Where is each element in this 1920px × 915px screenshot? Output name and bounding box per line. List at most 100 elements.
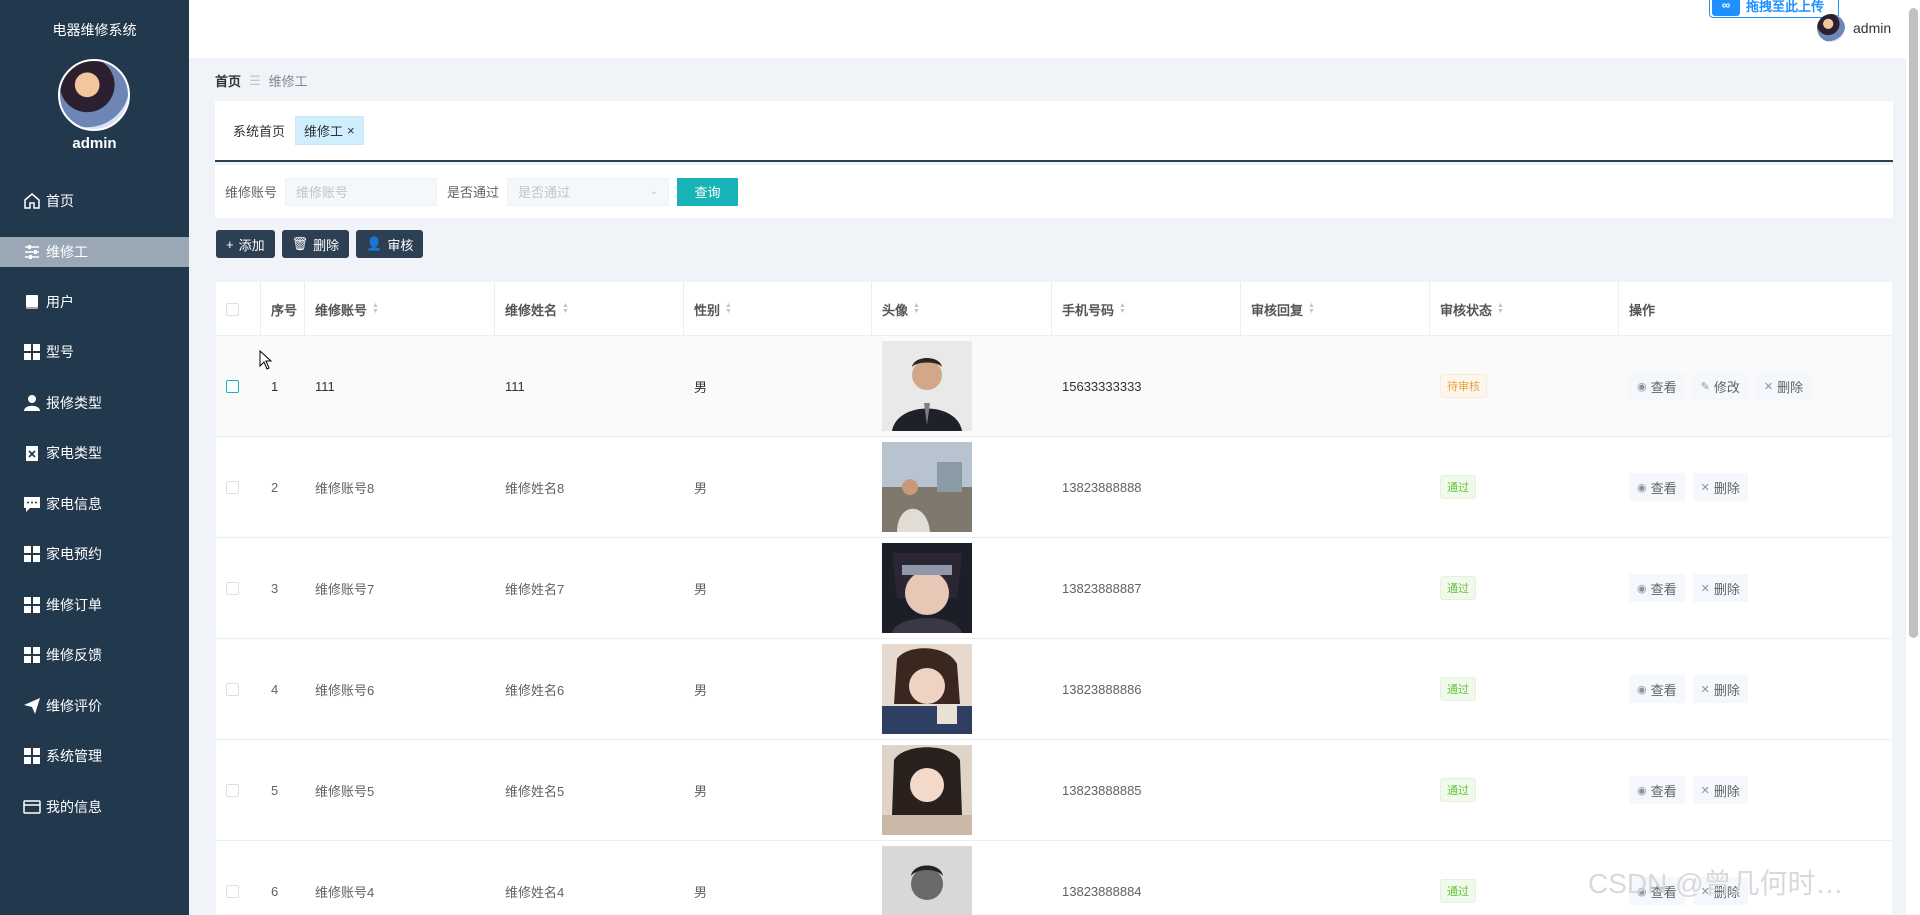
sidebar-item-home[interactable]: 首页 xyxy=(0,176,189,227)
row-checkbox[interactable] xyxy=(226,884,239,898)
row-checkbox[interactable] xyxy=(226,379,239,393)
add-button[interactable]: + 添加 xyxy=(216,230,275,258)
row-avatar-image[interactable] xyxy=(882,442,972,532)
sidebar-item-repair-review[interactable]: 维修评价 xyxy=(0,681,189,732)
avatar xyxy=(1817,14,1845,42)
eye-icon: ◉ xyxy=(1637,784,1647,797)
row-avatar-image[interactable] xyxy=(882,644,972,734)
view-button[interactable]: ◉ 查看 xyxy=(1629,574,1685,602)
table-row[interactable]: 3 维修账号7 维修姓名7 男 13823888887 通过 ◉ 查看 ✕ 删除 xyxy=(216,538,1892,639)
sort-icon[interactable]: ▲ ▼ xyxy=(1308,302,1315,315)
sort-icon[interactable]: ▲ ▼ xyxy=(913,302,920,315)
grid-icon xyxy=(22,595,42,615)
close-icon: ✕ xyxy=(1700,683,1710,696)
row-checkbox[interactable] xyxy=(226,682,239,696)
sidebar-item-repair-type[interactable]: 报修类型 xyxy=(0,378,189,429)
row-checkbox[interactable] xyxy=(226,581,239,595)
table-row[interactable]: 1 111 111 男 15633333333 待审核 ◉ 查看 ✎ 修改 ✕ 删除 xyxy=(216,336,1892,437)
column-header[interactable]: 审核状态 ▲ ▼ xyxy=(1430,282,1619,336)
select-all-checkbox[interactable] xyxy=(226,302,239,316)
sidebar-item-appliance-type[interactable]: 家电类型 xyxy=(0,428,189,479)
review-label: 审核 xyxy=(387,237,414,253)
row-avatar-image[interactable] xyxy=(882,543,972,633)
column-header[interactable]: 审核回复 ▲ ▼ xyxy=(1241,282,1430,336)
column-header[interactable]: 头像 ▲ ▼ xyxy=(872,282,1052,336)
sort-icon[interactable]: ▲ ▼ xyxy=(372,302,379,315)
tab-label: 维修工 xyxy=(304,124,344,139)
search-bar: 维修账号 维修账号 是否通过 是否通过 ⌄ 查询 xyxy=(215,165,1893,218)
view-button[interactable]: ◉ 查看 xyxy=(1629,473,1685,501)
row-phone: 13823888888 xyxy=(1062,479,1142,495)
sidebar-item-user[interactable]: 用户 xyxy=(0,277,189,328)
sidebar-item-appliance-booking[interactable]: 家电预约 xyxy=(0,529,189,580)
column-header[interactable]: 手机号码 ▲ ▼ xyxy=(1052,282,1241,336)
sliders-icon xyxy=(22,242,42,262)
sidebar-item-system[interactable]: 系统管理 xyxy=(0,731,189,782)
row-gender: 男 xyxy=(694,379,708,395)
scrollbar-thumb[interactable] xyxy=(1909,8,1918,638)
user-icon xyxy=(22,393,42,413)
row-index: 4 xyxy=(271,681,279,697)
view-button[interactable]: ◉ 查看 xyxy=(1629,372,1685,400)
row-index: 2 xyxy=(271,479,279,495)
breadcrumb-separator-icon: ☰ xyxy=(249,72,261,88)
delete-button[interactable]: 🗑 删除 xyxy=(281,230,350,258)
sidebar-item-my-info[interactable]: 我的信息 xyxy=(0,782,189,833)
row-avatar-image[interactable] xyxy=(882,745,972,835)
column-label: 维修姓名 xyxy=(505,302,558,318)
sort-icon[interactable]: ▲ ▼ xyxy=(1497,302,1504,315)
table-row[interactable]: 2 维修账号8 维修姓名8 男 13823888888 通过 ◉ 查看 ✕ 删除 xyxy=(216,437,1892,538)
row-avatar-cell xyxy=(872,538,972,638)
column-header[interactable]: 维修账号 ▲ ▼ xyxy=(305,282,495,336)
user-avatar[interactable] xyxy=(58,59,130,131)
trash-icon: 🗑 xyxy=(291,236,309,251)
sidebar-item-model[interactable]: 型号 xyxy=(0,327,189,378)
tab-system-home[interactable]: 系统首页 xyxy=(233,121,285,140)
review-button[interactable]: 👤 审核 xyxy=(356,230,424,258)
breadcrumb-home[interactable]: 首页 xyxy=(215,71,241,90)
delete-row-button[interactable]: ✕ 删除 xyxy=(1692,473,1748,501)
query-button[interactable]: 查询 xyxy=(677,177,739,206)
pass-select[interactable]: 是否通过 ⌄ xyxy=(507,177,670,206)
sidebar-item-repairman[interactable]: 维修工 xyxy=(0,236,189,267)
top-user-menu[interactable]: admin xyxy=(1817,14,1891,42)
delete-row-button[interactable]: ✕ 删除 xyxy=(1692,574,1748,602)
row-name: 维修姓名5 xyxy=(505,783,565,799)
page-scrollbar[interactable] xyxy=(1906,0,1920,915)
column-header[interactable]: 性别 ▲ ▼ xyxy=(684,282,872,336)
row-avatar-cell xyxy=(872,639,972,739)
row-avatar-cell xyxy=(872,336,972,436)
row-avatar-image[interactable] xyxy=(882,846,972,915)
row-name: 维修姓名8 xyxy=(505,480,565,496)
plus-icon: + xyxy=(226,236,234,252)
sidebar-item-appliance-info[interactable]: 家电信息 xyxy=(0,479,189,530)
delete-row-button[interactable]: ✕ 删除 xyxy=(1692,776,1748,804)
delete-row-button[interactable]: ✕ 删除 xyxy=(1692,675,1748,703)
sort-icon[interactable]: ▲ ▼ xyxy=(1119,302,1126,315)
sort-icon[interactable]: ▲ ▼ xyxy=(725,302,732,315)
sidebar-item-repair-feedback[interactable]: 维修反馈 xyxy=(0,630,189,681)
sidebar-item-repair-order[interactable]: 维修订单 xyxy=(0,580,189,631)
edit-icon: ✎ xyxy=(1700,380,1710,393)
row-checkbox[interactable] xyxy=(226,480,239,494)
column-label: 手机号码 xyxy=(1062,302,1115,318)
edit-button[interactable]: ✎ 修改 xyxy=(1692,372,1748,400)
table-row[interactable]: 5 维修账号5 维修姓名5 男 13823888885 通过 ◉ 查看 ✕ 删除 xyxy=(216,740,1892,841)
delete-row-button[interactable]: ✕ 删除 xyxy=(1755,372,1812,400)
close-icon[interactable]: × xyxy=(347,123,355,138)
view-button[interactable]: ◉ 查看 xyxy=(1629,675,1685,703)
row-checkbox[interactable] xyxy=(226,783,239,797)
table-row[interactable]: 4 维修账号6 维修姓名6 男 13823888886 通过 ◉ 查看 ✕ 删除 xyxy=(216,639,1892,740)
column-header[interactable]: 维修姓名 ▲ ▼ xyxy=(495,282,684,336)
send-icon xyxy=(22,696,42,716)
tab-repairman[interactable]: 维修工 × xyxy=(295,116,364,145)
row-account: 维修账号5 xyxy=(315,783,375,799)
account-input[interactable]: 维修账号 xyxy=(285,177,438,206)
row-actions: ◉ 查看 ✕ 删除 xyxy=(1619,538,1756,638)
status-badge: 待审核 xyxy=(1440,374,1487,398)
view-button[interactable]: ◉ 查看 xyxy=(1629,776,1685,804)
row-avatar-image[interactable] xyxy=(882,341,972,431)
sort-icon[interactable]: ▲ ▼ xyxy=(562,302,569,315)
row-reply xyxy=(1241,336,1251,436)
row-name: 维修姓名4 xyxy=(505,884,565,900)
